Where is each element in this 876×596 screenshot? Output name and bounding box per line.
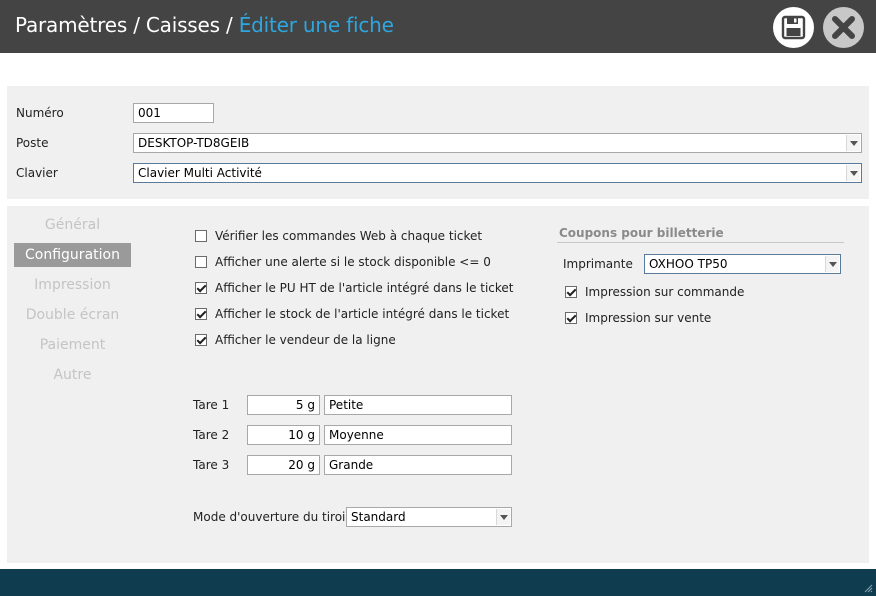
- tare-2-name-input[interactable]: Moyenne: [324, 425, 512, 445]
- tare-3-label: Tare 3: [193, 458, 230, 472]
- nav-general[interactable]: Général: [14, 213, 131, 237]
- clavier-label: Clavier: [16, 166, 58, 180]
- tare-3-weight-input[interactable]: 20 g: [247, 455, 320, 475]
- tare-1-weight-input[interactable]: 5 g: [247, 395, 320, 415]
- nav-impression[interactable]: Impression: [14, 273, 131, 297]
- tare-2-weight-input[interactable]: 10 g: [247, 425, 320, 445]
- tare-3-name-input[interactable]: Grande: [324, 455, 512, 475]
- section-divider: [557, 242, 844, 243]
- clavier-select[interactable]: Clavier Multi Activité: [133, 163, 862, 183]
- checkbox-checked[interactable]: [565, 286, 577, 298]
- floppy-disk-icon: [781, 15, 806, 40]
- nav-double-ecran[interactable]: Double écran: [14, 303, 131, 327]
- chevron-down-icon[interactable]: [846, 165, 860, 181]
- poste-value: DESKTOP-TD8GEIB: [138, 136, 250, 150]
- poste-label: Poste: [16, 136, 49, 150]
- breadcrumb-separator: /: [127, 13, 146, 37]
- breadcrumb-caisses[interactable]: Caisses: [146, 13, 220, 37]
- checkbox-checked[interactable]: [195, 334, 207, 346]
- numero-input[interactable]: 001: [133, 103, 214, 123]
- drawer-mode-label: Mode d'ouverture du tiroir: [193, 510, 351, 524]
- breadcrumb-current: Éditer une fiche: [238, 13, 394, 37]
- close-button[interactable]: [823, 7, 864, 48]
- tare-1-label: Tare 1: [193, 398, 230, 412]
- coupons-section-title: Coupons pour billetterie: [559, 226, 724, 240]
- breadcrumb-parametres[interactable]: Paramètres: [15, 13, 127, 37]
- checkbox[interactable]: [195, 256, 207, 268]
- nav-autre[interactable]: Autre: [14, 363, 131, 387]
- checkbox-checked[interactable]: [195, 308, 207, 320]
- numero-label: Numéro: [16, 106, 64, 120]
- drawer-mode-select[interactable]: Standard: [346, 507, 512, 527]
- checkbox-checked[interactable]: [565, 312, 577, 324]
- chevron-down-icon[interactable]: [846, 135, 860, 151]
- title-bar: Paramètres / Caisses / Éditer une fiche: [0, 0, 876, 53]
- checkbox[interactable]: [195, 230, 207, 242]
- breadcrumb: Paramètres / Caisses / Éditer une fiche: [15, 13, 394, 37]
- clavier-value: Clavier Multi Activité: [138, 166, 262, 180]
- close-x-icon: [832, 16, 855, 39]
- poste-select[interactable]: DESKTOP-TD8GEIB: [133, 133, 862, 153]
- tare-2-label: Tare 2: [193, 428, 230, 442]
- printer-select[interactable]: OXHOO TP50: [644, 254, 841, 274]
- resize-grip-icon[interactable]: [863, 583, 873, 593]
- footer-bar: [0, 569, 876, 596]
- save-button[interactable]: [773, 7, 814, 48]
- checkbox-checked[interactable]: [195, 282, 207, 294]
- printer-value: OXHOO TP50: [649, 257, 728, 271]
- nav-paiement[interactable]: Paiement: [14, 333, 131, 357]
- chevron-down-icon[interactable]: [496, 509, 510, 525]
- drawer-mode-value: Standard: [351, 510, 406, 524]
- printer-label: Imprimante: [563, 257, 633, 271]
- breadcrumb-separator: /: [219, 13, 239, 37]
- chevron-down-icon[interactable]: [825, 256, 839, 272]
- nav-configuration[interactable]: Configuration: [14, 243, 131, 267]
- tare-1-name-input[interactable]: Petite: [324, 395, 512, 415]
